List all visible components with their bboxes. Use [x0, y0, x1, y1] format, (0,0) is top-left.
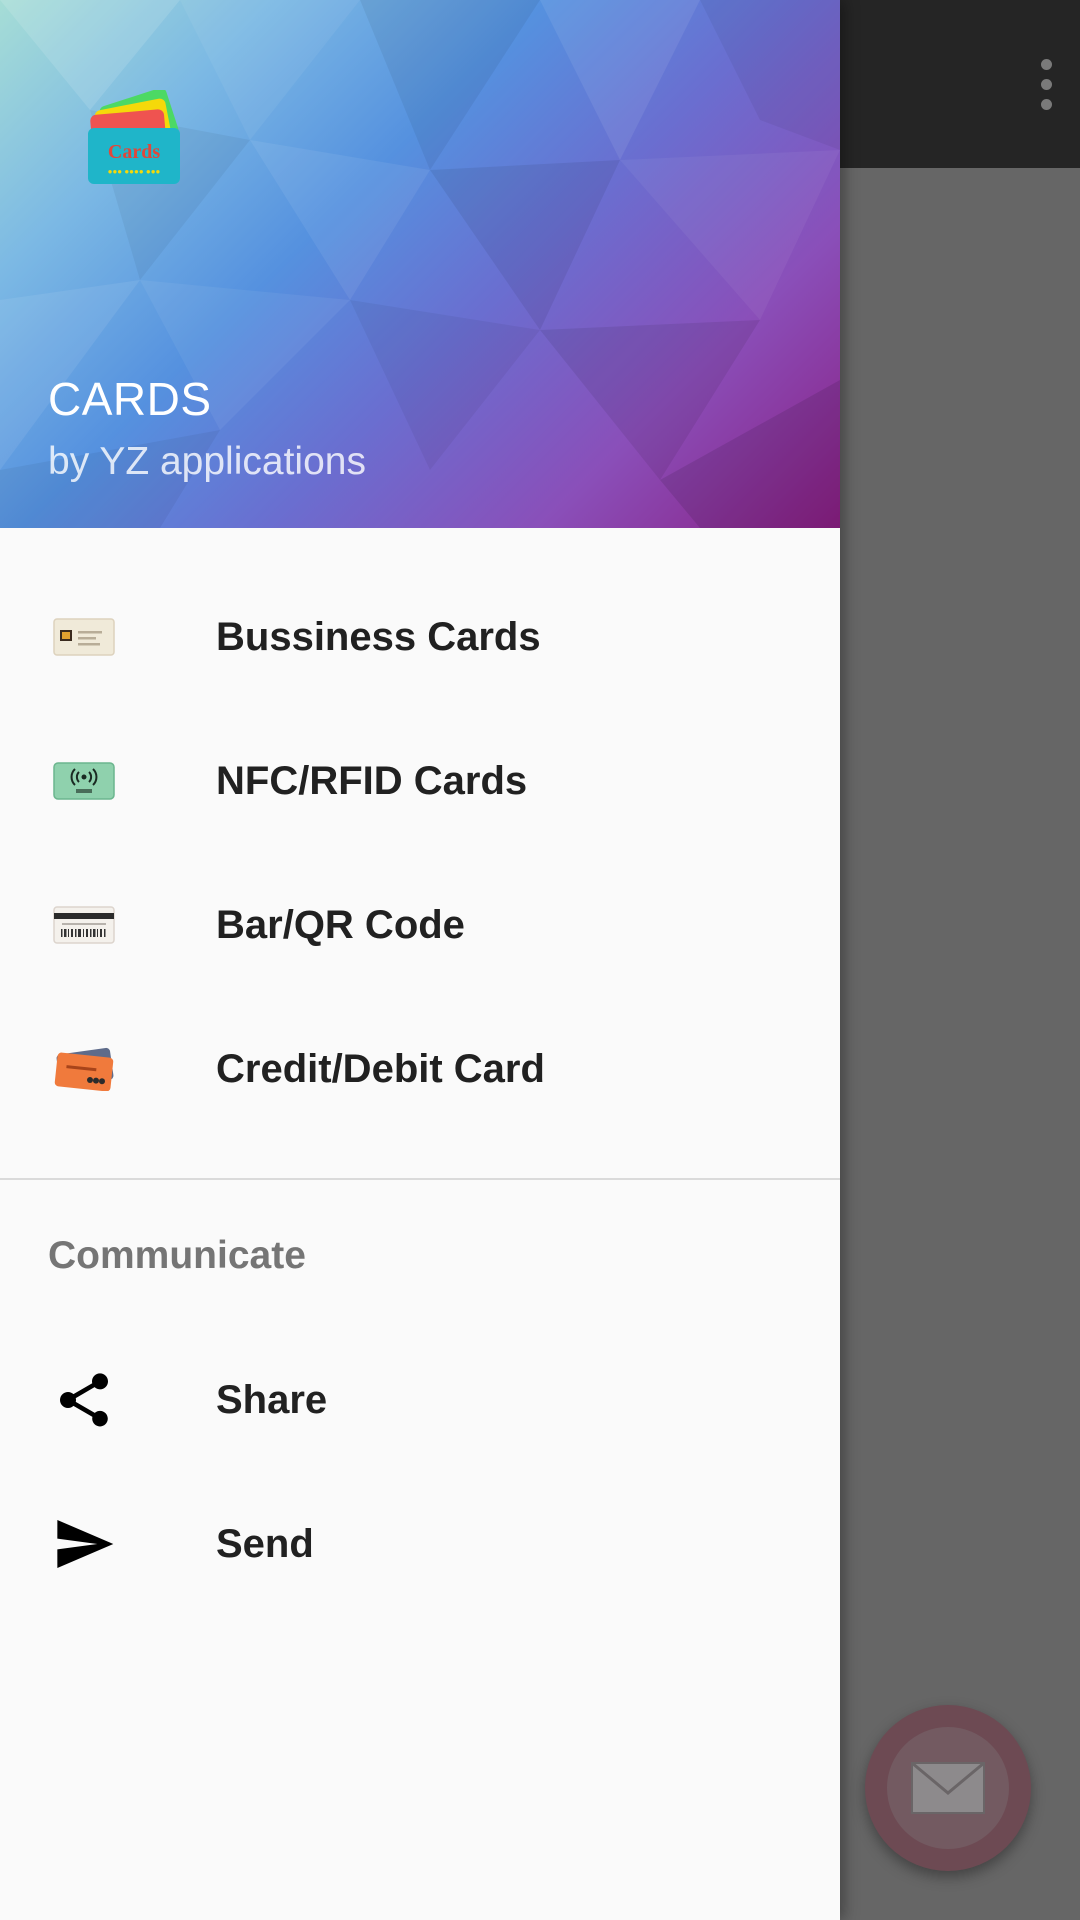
- menu-item-label: NFC/RFID Cards: [216, 758, 528, 803]
- menu-item-bar-qr-code[interactable]: Bar/QR Code: [0, 853, 840, 997]
- section-header-communicate: Communicate: [0, 1180, 840, 1328]
- send-icon: [48, 1508, 120, 1580]
- rfid-card-icon: [48, 745, 120, 817]
- mail-icon: [887, 1727, 1009, 1849]
- menu-item-label: Send: [216, 1521, 314, 1566]
- menu-item-label: Bar/QR Code: [216, 902, 465, 947]
- menu-item-label: Credit/Debit Card: [216, 1046, 545, 1091]
- menu-item-label: Bussiness Cards: [216, 614, 541, 659]
- menu-item-credit-debit-card[interactable]: Credit/Debit Card: [0, 997, 840, 1141]
- section-title: Communicate: [48, 1234, 306, 1277]
- barcode-card-icon: [48, 889, 120, 961]
- communicate-menu: Share Send: [0, 1328, 840, 1616]
- share-icon: [48, 1364, 120, 1436]
- drawer-menu: Bussiness Cards NFC/RFID Cards Bar/QR Co…: [0, 528, 840, 1141]
- business-card-icon: [48, 601, 120, 673]
- menu-item-nfc-rfid-cards[interactable]: NFC/RFID Cards: [0, 709, 840, 853]
- menu-item-business-cards[interactable]: Bussiness Cards: [0, 565, 840, 709]
- navigation-drawer: Cards ●●● ●●●● ●●● CARDS by YZ applicati…: [0, 0, 840, 1920]
- app-subtitle: by YZ applications: [48, 440, 366, 483]
- app-logo: Cards ●●● ●●●● ●●●: [82, 87, 192, 190]
- menu-item-send[interactable]: Send: [0, 1472, 840, 1616]
- credit-card-icon: [48, 1033, 120, 1105]
- svg-text:Cards: Cards: [108, 141, 160, 163]
- more-vert-icon[interactable]: [1022, 42, 1070, 126]
- drawer-header: Cards ●●● ●●●● ●●● CARDS by YZ applicati…: [0, 0, 840, 528]
- menu-item-share[interactable]: Share: [0, 1328, 840, 1472]
- menu-item-label: Share: [216, 1377, 328, 1422]
- compose-fab[interactable]: [865, 1705, 1031, 1871]
- app-title: CARDS: [48, 373, 212, 425]
- svg-text:●●● ●●●● ●●●: ●●● ●●●● ●●●: [108, 167, 161, 176]
